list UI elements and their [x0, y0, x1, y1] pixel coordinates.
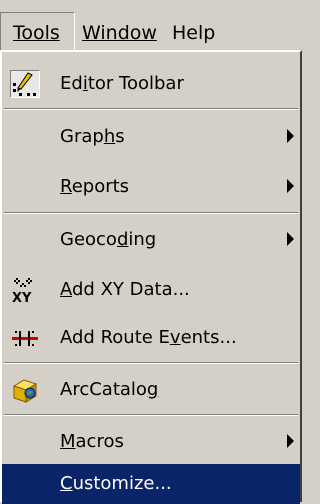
- svg-text:XY: XY: [12, 291, 32, 304]
- menu-help[interactable]: Help: [172, 21, 215, 45]
- menu-item-label: Reports: [60, 175, 129, 199]
- menu-item-label: Graphs: [60, 125, 125, 149]
- menu-item-label: Geocoding: [60, 228, 156, 252]
- label-part: dd XY Data...: [72, 279, 190, 300]
- menu-item-graphs[interactable]: Graphs: [2, 115, 300, 159]
- menu-item-label: ArcCatalog: [60, 378, 158, 402]
- label-accel: v: [169, 327, 181, 348]
- separator: [4, 108, 298, 110]
- menu-item-label: Add XY Data...: [60, 278, 190, 302]
- label-part: ustomize...: [72, 473, 172, 494]
- label-part: tor Toolbar: [87, 73, 184, 94]
- label-part: Grap: [60, 126, 104, 147]
- separator: [4, 414, 298, 416]
- route-events-icon: [10, 324, 40, 352]
- label-part: eports: [71, 176, 130, 197]
- separator: [4, 362, 298, 364]
- menu-item-arccatalog[interactable]: ArcCatalog: [2, 368, 300, 412]
- label-accel: M: [60, 431, 76, 452]
- label-accel: g: [146, 379, 159, 400]
- menu-item-editor-toolbar[interactable]: Editor Toolbar: [2, 62, 300, 106]
- menu-item-geocoding[interactable]: Geocoding: [2, 218, 300, 262]
- label-part: ing: [128, 229, 157, 250]
- tools-text: Tools: [13, 22, 60, 44]
- menu-window-label: Window: [82, 22, 157, 44]
- label-part: s: [115, 126, 125, 147]
- menu-tools[interactable]: Tools: [0, 12, 75, 50]
- menu-item-label: Customize...: [60, 472, 172, 496]
- submenu-arrow-icon: [287, 129, 294, 143]
- label-part: acros: [75, 431, 124, 452]
- pencil-icon: [10, 70, 40, 98]
- label-accel: R: [60, 176, 72, 197]
- menu-item-add-xy-data[interactable]: XY Add XY Data...: [2, 268, 300, 312]
- xy-data-icon: XY: [10, 276, 40, 306]
- submenu-arrow-icon: [287, 434, 294, 448]
- label-part: ArcCatalo: [60, 379, 147, 400]
- label-part: Add Route E: [60, 327, 170, 348]
- menu-item-label: Macros: [60, 430, 124, 454]
- submenu-arrow-icon: [287, 232, 294, 246]
- menu-item-macros[interactable]: Macros: [2, 420, 300, 464]
- menu-item-label: Add Route Events...: [60, 326, 237, 350]
- menu-tools-label: Tools: [13, 21, 60, 45]
- label-part: Geoco: [60, 229, 117, 250]
- menu-item-add-route-events[interactable]: Add Route Events...: [2, 316, 300, 360]
- arccatalog-icon: [10, 376, 40, 404]
- label-accel: d: [116, 229, 129, 250]
- label-accel: h: [103, 126, 116, 147]
- menu-item-label: Editor Toolbar: [60, 72, 184, 96]
- label-accel: A: [60, 279, 72, 300]
- menu-help-label: Help: [172, 22, 216, 44]
- separator: [4, 212, 298, 214]
- menu-window[interactable]: Window: [82, 21, 157, 45]
- submenu-arrow-icon: [287, 179, 294, 193]
- menu-item-customize[interactable]: Customize...: [2, 464, 300, 504]
- label-part: Ed: [60, 73, 83, 94]
- label-part: ents...: [180, 327, 237, 348]
- tools-dropdown-menu: Editor Toolbar Graphs Reports Geocoding …: [0, 50, 302, 504]
- menu-item-reports[interactable]: Reports: [2, 165, 300, 209]
- label-accel: C: [60, 473, 73, 494]
